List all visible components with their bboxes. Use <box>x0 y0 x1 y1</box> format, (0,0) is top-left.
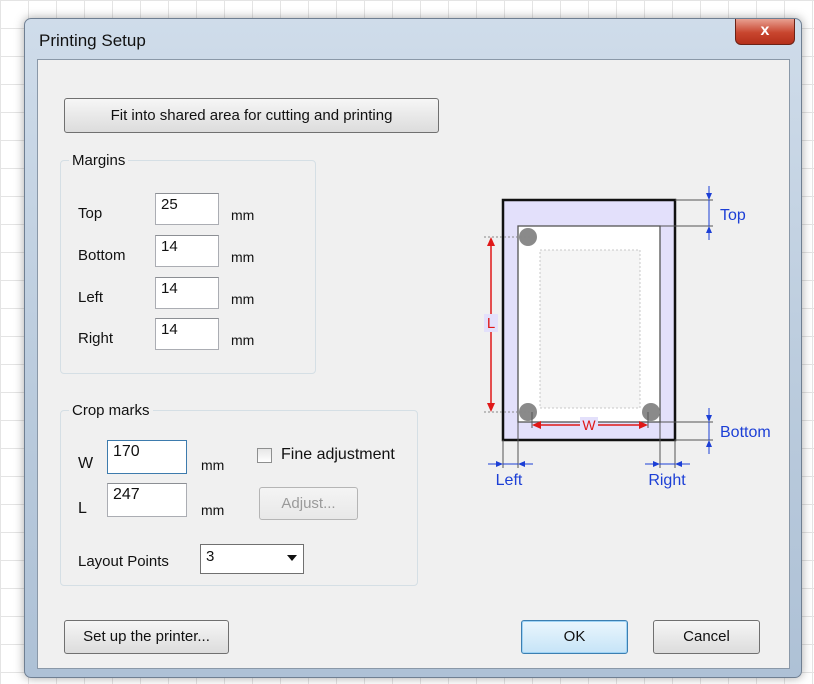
dialog-client-area: Fit into shared area for cutting and pri… <box>37 59 790 669</box>
crop-length-diagram-label: L <box>487 315 495 332</box>
arrow-up-icon <box>706 440 712 447</box>
right-margin-diagram-label: Right <box>648 472 686 489</box>
fit-shared-area-button[interactable]: Fit into shared area for cutting and pri… <box>64 98 439 133</box>
bottom-margin-diagram-label: Bottom <box>720 424 771 441</box>
adjust-button[interactable]: Adjust... <box>259 487 358 520</box>
crop-marks-group-label: Crop marks <box>69 402 153 419</box>
ok-button[interactable]: OK <box>521 620 628 654</box>
crop-marks-group: Crop marks W 170 mm L 247 mm Fine adjust… <box>60 402 418 586</box>
crop-width-diagram-label: W <box>582 417 596 433</box>
page-layout-diagram: L W Top Bottom Left Right <box>484 186 771 489</box>
arrow-right-icon <box>496 461 503 467</box>
top-margin-label: Top <box>78 205 103 222</box>
top-margin-input[interactable]: 25 <box>155 193 219 225</box>
margins-group-label: Margins <box>69 152 129 169</box>
arrow-down-icon <box>706 415 712 422</box>
right-margin-input[interactable]: 14 <box>155 318 219 350</box>
bottom-margin-label: Bottom <box>78 247 126 264</box>
arrow-down-icon <box>706 193 712 200</box>
crop-width-label: W <box>78 455 94 472</box>
crop-width-input[interactable]: 170 <box>107 440 187 474</box>
crop-width-unit: mm <box>201 457 225 473</box>
set-up-printer-button[interactable]: Set up the printer... <box>64 620 229 654</box>
margins-group: Margins Top 25 mm Bottom 14 mm Left 14 m… <box>60 152 316 374</box>
arrow-right-icon <box>653 461 660 467</box>
close-icon: x <box>760 22 770 39</box>
registration-mark-bottom-right <box>642 403 660 421</box>
top-margin-unit: mm <box>231 207 255 223</box>
crop-length-label: L <box>78 500 87 517</box>
arrow-left-icon <box>518 461 525 467</box>
chevron-down-icon <box>287 555 297 561</box>
layout-points-select[interactable]: 3 <box>200 544 304 574</box>
arrow-up-icon <box>706 226 712 233</box>
arrow-left-icon <box>675 461 682 467</box>
fine-adjustment-checkbox[interactable] <box>257 448 272 463</box>
right-margin-label: Right <box>78 330 114 347</box>
bottom-margin-unit: mm <box>231 249 255 265</box>
arrow-down-icon <box>487 403 495 412</box>
left-margin-diagram-label: Left <box>496 472 523 489</box>
arrow-up-icon <box>487 237 495 246</box>
print-area <box>539 249 641 409</box>
close-button[interactable]: x <box>735 19 795 45</box>
fine-adjustment-label[interactable]: Fine adjustment <box>281 446 395 464</box>
bottom-margin-input[interactable]: 14 <box>155 235 219 267</box>
left-margin-input[interactable]: 14 <box>155 277 219 309</box>
layout-points-label: Layout Points <box>78 553 169 570</box>
left-margin-label: Left <box>78 289 104 306</box>
cancel-button[interactable]: Cancel <box>653 620 760 654</box>
crop-length-input[interactable]: 247 <box>107 483 187 517</box>
layout-points-value: 3 <box>206 548 215 565</box>
crop-length-unit: mm <box>201 502 225 518</box>
right-margin-unit: mm <box>231 332 255 348</box>
dialog-title: Printing Setup <box>39 31 146 50</box>
printing-setup-dialog: Printing Setup x Fit into shared area fo… <box>24 18 802 678</box>
top-margin-diagram-label: Top <box>720 207 746 224</box>
left-margin-unit: mm <box>231 291 255 307</box>
